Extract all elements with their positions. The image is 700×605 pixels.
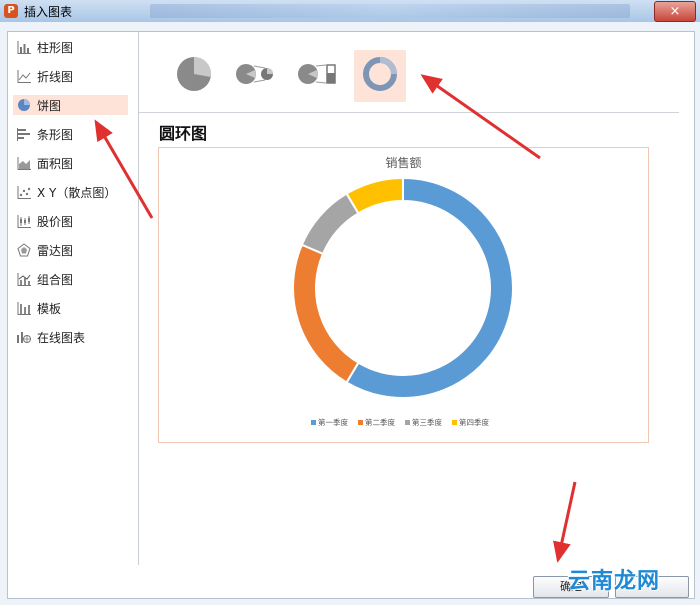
chart-type-bar-of-pie[interactable] <box>292 50 344 102</box>
chart-type-doughnut[interactable] <box>354 50 406 102</box>
legend-label-4: 第四季度 <box>459 417 489 427</box>
sidebar-item-area[interactable]: 面积图 <box>13 153 128 173</box>
sidebar-item-label: 条形图 <box>37 127 74 142</box>
sidebar-item-pie[interactable]: 饼图 <box>13 95 128 115</box>
chart-type-title: 圆环图 <box>159 124 208 143</box>
window-title: 插入图表 <box>24 5 73 19</box>
scatter-chart-icon <box>16 185 31 199</box>
line-chart-icon <box>16 69 31 83</box>
title-bar: P 插入图表 × <box>0 0 700 23</box>
close-button[interactable]: × <box>654 1 696 22</box>
chart-type-pie[interactable] <box>168 50 220 102</box>
sidebar-item-column[interactable]: 柱形图 <box>13 37 128 57</box>
online-chart-icon <box>16 330 31 344</box>
doughnut-slice-4 <box>345 176 404 215</box>
chart-type-pie-of-pie[interactable] <box>230 50 282 102</box>
sidebar-item-template[interactable]: 模板 <box>13 298 128 318</box>
chart-preview-panel: 圆环图 销售额 第一季度 第二季度 第三季度 第四季度 <box>139 32 694 565</box>
doughnut-slice-3 <box>300 192 360 256</box>
window-frame: 柱形图 折线图 饼图 条形图 面积图 X Y（散点图） 股价图 雷达图 组合图 … <box>0 22 700 605</box>
app-logo-icon: P <box>4 4 18 18</box>
chart-title: 销售额 <box>385 155 421 170</box>
sidebar-item-bar[interactable]: 条形图 <box>13 124 128 144</box>
sidebar-item-label: X Y（散点图） <box>37 185 117 200</box>
legend-swatch-1 <box>311 420 316 425</box>
bar-chart-icon <box>16 127 31 141</box>
sidebar-item-label: 在线图表 <box>37 330 86 345</box>
sidebar-item-label: 模板 <box>37 301 62 316</box>
column-chart-icon <box>16 40 31 54</box>
legend-swatch-4 <box>452 420 457 425</box>
blurred-background-titlebar <box>150 4 630 18</box>
area-chart-icon <box>16 156 31 170</box>
legend-label-3: 第三季度 <box>412 417 442 427</box>
sidebar-item-label: 雷达图 <box>37 243 74 258</box>
sidebar-item-scatter[interactable]: X Y（散点图） <box>13 182 128 202</box>
sidebar-item-stock[interactable]: 股价图 <box>13 211 128 231</box>
radar-chart-icon <box>16 243 31 257</box>
doughnut-chart: 销售额 第一季度 第二季度 第三季度 第四季度 <box>292 155 514 427</box>
pie-type-icon <box>174 54 214 98</box>
stock-chart-icon <box>16 214 31 228</box>
combo-chart-icon <box>16 272 31 286</box>
pie-of-pie-type-icon <box>234 59 278 93</box>
sidebar-item-online[interactable]: 在线图表 <box>13 327 128 347</box>
legend-label-2: 第二季度 <box>365 417 395 427</box>
sidebar-item-combo[interactable]: 组合图 <box>13 269 128 289</box>
doughnut-slice-1 <box>345 176 514 399</box>
sidebar-item-label: 饼图 <box>37 98 62 113</box>
divider <box>139 112 679 113</box>
sidebar-item-label: 组合图 <box>37 272 74 287</box>
legend-label-1: 第一季度 <box>318 417 348 427</box>
chart-category-sidebar: 柱形图 折线图 饼图 条形图 面积图 X Y（散点图） 股价图 雷达图 组合图 … <box>8 32 139 565</box>
sidebar-item-line[interactable]: 折线图 <box>13 66 128 86</box>
doughnut-type-icon <box>360 54 400 98</box>
chart-preview: 销售额 第一季度 第二季度 第三季度 第四季度 <box>158 147 649 443</box>
sidebar-item-label: 折线图 <box>37 69 74 84</box>
sidebar-item-label: 股价图 <box>37 214 74 229</box>
sidebar-item-label: 面积图 <box>37 156 74 171</box>
doughnut-slice-2 <box>292 243 360 384</box>
legend-swatch-3 <box>405 420 410 425</box>
template-icon <box>16 301 31 315</box>
pie-chart-icon <box>16 98 31 112</box>
sidebar-item-label: 柱形图 <box>37 40 74 55</box>
bar-of-pie-type-icon <box>296 59 340 93</box>
legend-swatch-2 <box>358 420 363 425</box>
insert-chart-dialog: 柱形图 折线图 饼图 条形图 面积图 X Y（散点图） 股价图 雷达图 组合图 … <box>7 31 695 599</box>
watermark: 云南龙网 <box>568 569 661 594</box>
sidebar-item-radar[interactable]: 雷达图 <box>13 240 128 260</box>
